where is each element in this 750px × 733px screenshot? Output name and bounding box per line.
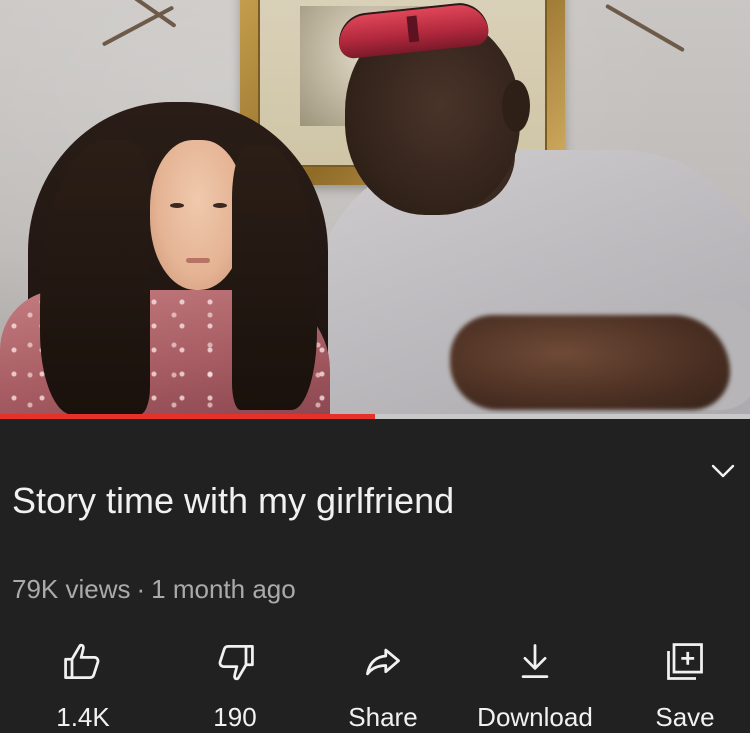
thumbs-up-icon bbox=[64, 643, 100, 679]
save-label: Save bbox=[655, 702, 715, 732]
video-progress-bar[interactable] bbox=[0, 414, 750, 419]
save-icon bbox=[667, 643, 703, 680]
video-title[interactable]: Story time with my girlfriend bbox=[12, 478, 702, 524]
girl-face bbox=[150, 140, 245, 290]
view-count: 79K views bbox=[12, 574, 131, 604]
like-count: 1.4K bbox=[56, 702, 110, 732]
dislike-count: 190 bbox=[213, 702, 257, 732]
share-button[interactable]: Share bbox=[308, 632, 458, 733]
girl-eye-right bbox=[213, 203, 227, 208]
download-button[interactable]: Download bbox=[460, 632, 610, 733]
chevron-down-icon[interactable] bbox=[708, 456, 738, 486]
video-progress-fill bbox=[0, 414, 375, 419]
download-icon bbox=[521, 644, 549, 679]
thumbs-down-icon bbox=[218, 645, 254, 681]
action-bar: 1.4K 190 Share Download Save bbox=[0, 632, 750, 733]
share-label: Share bbox=[348, 702, 418, 732]
save-button[interactable]: Save bbox=[610, 632, 750, 733]
girl-mouth bbox=[186, 258, 210, 263]
dislike-button[interactable]: 190 bbox=[160, 632, 310, 733]
man-ear bbox=[502, 80, 530, 132]
video-page: Story time with my girlfriend 79K views ·… bbox=[0, 0, 750, 733]
share-icon bbox=[366, 648, 400, 676]
video-metadata: 79K views · 1 month ago bbox=[12, 572, 296, 606]
upload-age: 1 month ago bbox=[151, 574, 296, 604]
download-label: Download bbox=[477, 702, 593, 732]
meta-separator: · bbox=[136, 574, 146, 604]
like-button[interactable]: 1.4K bbox=[8, 632, 158, 733]
girl-eye-left bbox=[170, 203, 184, 208]
man-hand bbox=[450, 315, 730, 410]
video-player[interactable] bbox=[0, 0, 750, 416]
